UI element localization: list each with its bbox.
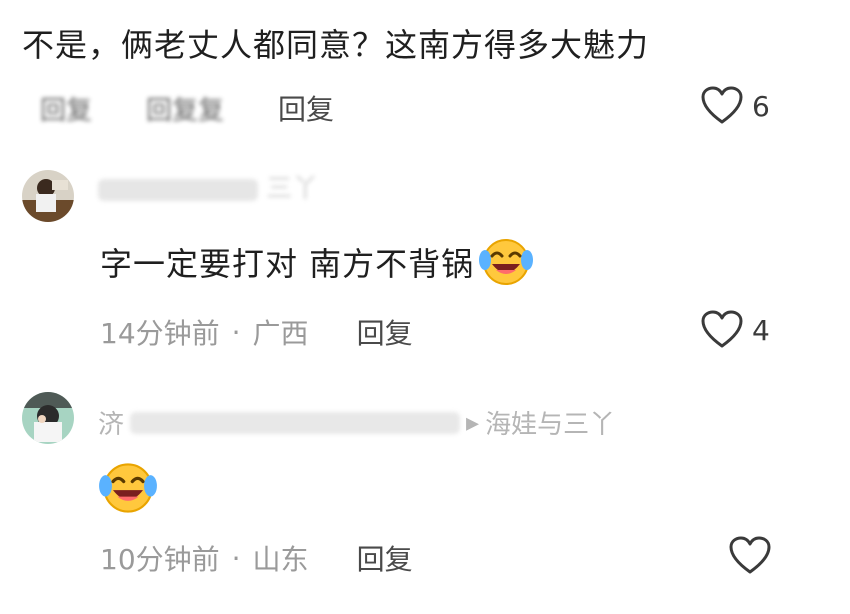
username[interactable]: 三丫 bbox=[98, 168, 318, 205]
like-button[interactable]: 4 bbox=[700, 310, 770, 350]
reply-button[interactable]: 回复 bbox=[357, 312, 413, 352]
separator-dot: · bbox=[231, 315, 241, 349]
like-count: 6 bbox=[752, 89, 770, 123]
laughing-crying-emoji bbox=[99, 463, 157, 513]
blurred-reply-1: 回复 bbox=[40, 95, 93, 126]
edge-heart-icon bbox=[836, 312, 850, 348]
avatar[interactable] bbox=[22, 170, 74, 222]
username-blurred bbox=[130, 411, 461, 434]
blurred-reply-2: 回复复 bbox=[146, 95, 225, 126]
heart-outline-icon bbox=[701, 310, 743, 348]
edge-heart-icon bbox=[836, 538, 850, 574]
comment-3-meta: 10分钟前 · 山东 回复 bbox=[100, 538, 413, 578]
reply-button[interactable]: 回复 bbox=[357, 538, 413, 578]
username[interactable]: 济 ▸ 海娃与三丫 bbox=[98, 404, 615, 441]
separator-dot: · bbox=[231, 541, 241, 575]
heart-outline-icon bbox=[729, 536, 771, 574]
username-blurred bbox=[98, 178, 258, 201]
comment-location: 山东 bbox=[252, 543, 309, 576]
like-button[interactable]: 6 bbox=[700, 86, 770, 126]
laughing-crying-emoji bbox=[479, 239, 534, 285]
comment-2-text-row: 字一定要打对 南方不背锅 bbox=[100, 236, 534, 288]
comment-1-meta: 回复 回复复 回复 bbox=[40, 88, 334, 128]
reply-arrow-icon: ▸ bbox=[466, 407, 480, 438]
comment-location: 广西 bbox=[252, 317, 309, 350]
avatar-image bbox=[22, 392, 74, 444]
like-count: 4 bbox=[752, 313, 770, 347]
avatar[interactable] bbox=[22, 392, 74, 444]
comment-time: 14分钟前 bbox=[100, 317, 220, 350]
avatar-image bbox=[22, 170, 74, 222]
edge-heart-icon bbox=[836, 88, 850, 124]
comment-2-meta: 14分钟前 · 广西 回复 bbox=[100, 312, 413, 352]
reply-button[interactable]: 回复 bbox=[278, 88, 334, 128]
comment-thread: 不是，俩老丈人都同意？这南方得多大魅力 回复 回复复 回复 6 三丫 字一定要打… bbox=[0, 0, 850, 614]
comment-3-text-row bbox=[98, 460, 158, 516]
comment-1-text: 不是，俩老丈人都同意？这南方得多大魅力 bbox=[22, 26, 650, 64]
like-button[interactable] bbox=[728, 536, 780, 576]
comment-2-text: 字一定要打对 南方不背锅 bbox=[100, 245, 475, 283]
heart-outline-icon bbox=[701, 86, 743, 124]
comment-time: 10分钟前 bbox=[100, 543, 220, 576]
